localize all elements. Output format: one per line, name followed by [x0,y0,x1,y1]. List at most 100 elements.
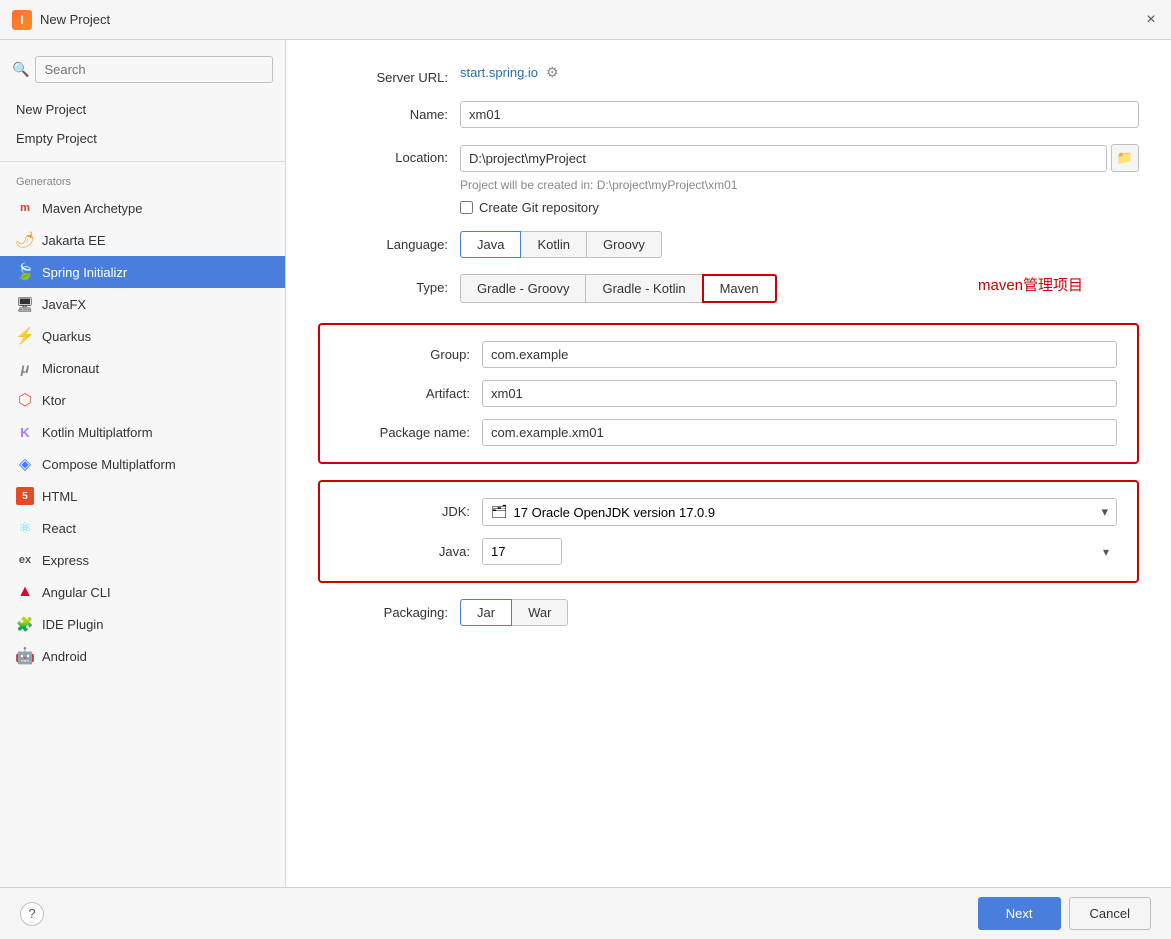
type-maven-btn[interactable]: Maven [702,274,777,303]
package-name-input[interactable] [482,419,1117,446]
name-label: Name: [318,101,448,122]
location-input[interactable] [460,145,1107,172]
sidebar-item-express[interactable]: ex Express [0,544,285,576]
sidebar-label-ide-plugin: IDE Plugin [42,617,103,632]
packaging-jar-btn[interactable]: Jar [460,599,512,626]
group-input[interactable] [482,341,1117,368]
basic-info-box: 项目结构的基本信息 Group: Artifact: Package name: [318,323,1139,464]
sidebar-label-express: Express [42,553,89,568]
quarkus-icon: ⚡ [16,327,34,345]
language-control: Java Kotlin Groovy [460,231,1139,258]
angular-icon: ▲ [16,583,34,601]
language-java-btn[interactable]: Java [460,231,521,258]
sidebar-item-html[interactable]: 5 HTML [0,480,285,512]
sidebar-item-quarkus[interactable]: ⚡ Quarkus [0,320,285,352]
packaging-btn-group: Jar War [460,599,1139,626]
sidebar-label-html: HTML [42,489,77,504]
sidebar-item-compose-multiplatform[interactable]: ◈ Compose Multiplatform [0,448,285,480]
package-name-label: Package name: [340,419,470,440]
group-row: Group: [340,341,1117,368]
cancel-button[interactable]: Cancel [1069,897,1151,930]
packaging-war-btn[interactable]: War [511,599,568,626]
name-control [460,101,1139,128]
language-kotlin-btn[interactable]: Kotlin [520,231,587,258]
sidebar-item-angular-cli[interactable]: ▲ Angular CLI [0,576,285,608]
language-groovy-btn[interactable]: Groovy [586,231,662,258]
type-gradle-kotlin-btn[interactable]: Gradle - Kotlin [585,274,702,303]
bottom-right: Next Cancel [978,897,1151,930]
package-name-row: Package name: [340,419,1117,446]
git-repo-checkbox[interactable] [460,201,473,214]
sidebar-item-kotlin-multiplatform[interactable]: K Kotlin Multiplatform [0,416,285,448]
packaging-row: Packaging: Jar War [318,599,1139,626]
divider [0,161,285,162]
bottom-left: ? [20,902,44,926]
micronaut-icon: μ [16,359,34,377]
sidebar-item-javafx[interactable]: 🖥 JavaFX [0,288,285,320]
jdk-control: 🗂 17 Oracle OpenJDK version 17.0.9 ▾ [482,498,1117,526]
jdk-label: JDK: [340,498,470,519]
artifact-label: Artifact: [340,380,470,401]
sidebar-item-android[interactable]: 🤖 Android [0,640,285,672]
language-row: Language: Java Kotlin Groovy [318,231,1139,258]
ktor-icon: ⬡ [16,391,34,409]
search-bar[interactable]: 🔍 [0,48,285,91]
sidebar-label-ktor: Ktor [42,393,66,408]
sidebar-item-ktor[interactable]: ⬡ Ktor [0,384,285,416]
artifact-control [482,380,1117,407]
help-button[interactable]: ? [20,902,44,926]
location-input-row: 📁 [460,144,1139,172]
sidebar-item-jakarta-ee[interactable]: 🌶 Jakarta EE [0,224,285,256]
close-button[interactable]: × [1143,12,1159,28]
server-url-row: Server URL: start.spring.io ⚙ [318,64,1139,85]
compose-icon: ◈ [16,455,34,473]
sidebar-label-jakarta-ee: Jakarta EE [42,233,106,248]
android-icon: 🤖 [16,647,34,665]
sidebar-label-quarkus: Quarkus [42,329,91,344]
jdk-row: JDK: 🗂 17 Oracle OpenJDK version 17.0.9 … [340,498,1117,526]
sidebar-item-spring-initializr[interactable]: 🍃 Spring Initializr [0,256,285,288]
jakarta-icon: 🌶 [16,231,34,249]
main-content: 🔍 New Project Empty Project Generators m… [0,40,1171,887]
language-label: Language: [318,231,448,252]
java-select[interactable]: 8 11 17 21 [482,538,562,565]
sidebar-label-javafx: JavaFX [42,297,86,312]
title-bar: I New Project × [0,0,1171,40]
location-label: Location: [318,144,448,165]
sidebar-item-ide-plugin[interactable]: 🧩 IDE Plugin [0,608,285,640]
type-label: Type: [318,274,448,295]
server-url-link[interactable]: start.spring.io [460,65,538,80]
sidebar-label-angular-cli: Angular CLI [42,585,111,600]
sidebar-item-react[interactable]: ⚛ React [0,512,285,544]
packaging-control: Jar War [460,599,1139,626]
search-input[interactable] [35,56,273,83]
maven-annotation: maven管理项目 [978,274,1083,295]
server-url-control: start.spring.io ⚙ [460,64,1139,81]
next-button[interactable]: Next [978,897,1061,930]
browse-button[interactable]: 📁 [1111,144,1139,172]
type-row: Type: Gradle - Groovy Gradle - Kotlin Ma… [318,274,1139,303]
sidebar-item-maven-archetype[interactable]: m Maven Archetype [0,192,285,224]
jdk-folder-icon: 🗂 [491,504,508,520]
git-repo-label[interactable]: Create Git repository [479,200,599,215]
sidebar-item-new-project[interactable]: New Project [0,95,285,124]
name-input[interactable] [460,101,1139,128]
location-hint: Project will be created in: D:\project\m… [460,176,1139,192]
jdk-dropdown-arrow: ▾ [1101,504,1108,520]
sidebar-item-micronaut[interactable]: μ Micronaut [0,352,285,384]
location-control: 📁 Project will be created in: D:\project… [460,144,1139,215]
top-items: New Project Empty Project [0,91,285,157]
react-icon: ⚛ [16,519,34,537]
jdk-box: 这里jdk用的是版本17 JDK: 🗂 17 Oracle OpenJDK ve… [318,480,1139,583]
app-icon: I [12,10,32,30]
java-select-wrapper: 8 11 17 21 [482,538,1117,565]
artifact-input[interactable] [482,380,1117,407]
kotlin-icon: K [16,423,34,441]
jdk-value: 17 Oracle OpenJDK version 17.0.9 [514,505,716,520]
gear-icon[interactable]: ⚙ [546,64,559,81]
type-gradle-groovy-btn[interactable]: Gradle - Groovy [460,274,586,303]
sidebar-item-empty-project[interactable]: Empty Project [0,124,285,153]
search-icon: 🔍 [12,61,29,78]
group-control [482,341,1117,368]
jdk-select[interactable]: 🗂 17 Oracle OpenJDK version 17.0.9 ▾ [482,498,1117,526]
